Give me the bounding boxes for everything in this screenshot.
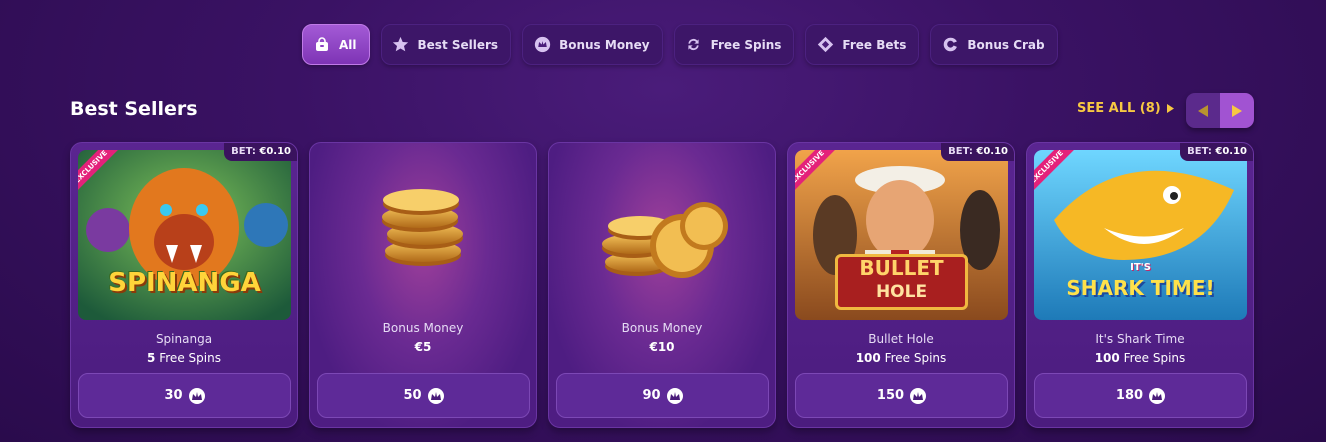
buy-button[interactable]: 30 [78,373,291,418]
star-icon [392,36,410,54]
game-logo-text: IT'S [1130,262,1151,273]
carousel-next-button[interactable] [1220,93,1254,128]
bet-badge: BET: €0.10 [1180,143,1253,161]
bet-badge: BET: €0.10 [224,143,297,161]
offer-title: It's Shark Time [1095,332,1185,346]
crown-coin-icon [427,387,444,404]
offer-card[interactable]: BULLET HOLE EXCLUSIVE BET: €0.10 Bullet … [787,142,1015,428]
game-logo-text: HOLE [875,282,928,302]
offer-card[interactable]: SPINANGA EXCLUSIVE BET: €0.10 Spinanga 5… [70,142,298,428]
offer-title: Spinanga [155,332,213,346]
buy-button[interactable]: 90 [556,373,769,418]
offer-card[interactable]: IT'S SHARK TIME! EXCLUSIVE BET: €0.10 It… [1026,142,1254,428]
category-filter-bar: All Best Sellers Bonus Money Free Spins … [302,24,1058,65]
offer-title: Bonus Money [621,321,703,335]
offer-card[interactable]: Bonus Money €5 50 [309,142,537,428]
price-value: 50 [403,388,422,403]
game-thumbnail: SPINANGA EXCLUSIVE [78,150,291,320]
bag-icon [313,36,331,54]
game-logo-text: SPINANGA [108,268,261,298]
caret-right-icon [1166,104,1174,113]
offer-subtitle: 5 Free Spins [147,351,221,365]
caret-left-icon [1198,104,1208,117]
caret-right-icon [1232,104,1242,117]
buy-button[interactable]: 150 [795,373,1008,418]
offer-card[interactable]: Bonus Money €10 90 [548,142,776,428]
game-logo-text: SHARK TIME! [1066,276,1215,300]
price-value: 150 [876,388,905,403]
coin-pile-image [602,202,728,278]
see-all-link[interactable]: SEE ALL (8) [1077,101,1174,116]
crown-coin-icon [666,387,683,404]
carousel-controls [1186,93,1254,128]
coin-stack-image [382,189,463,266]
filter-label: Bonus Crab [967,37,1045,52]
section-title: Best Sellers [70,98,198,120]
game-thumbnail: BULLET HOLE EXCLUSIVE [795,150,1008,320]
filter-all[interactable]: All [302,24,370,65]
buy-button[interactable]: 50 [317,373,530,418]
ticket-icon [816,36,834,54]
crown-coin-icon [1149,387,1166,404]
crab-icon [941,36,959,54]
filter-label: Free Spins [710,37,782,52]
offer-subtitle: 100 Free Spins [1094,351,1186,365]
crown-coin-icon [910,387,927,404]
filter-best-sellers[interactable]: Best Sellers [380,24,512,65]
offer-subtitle: €5 [414,340,432,354]
see-all-label: SEE ALL (8) [1077,101,1161,116]
game-thumbnail: IT'S SHARK TIME! EXCLUSIVE [1034,150,1247,320]
offer-subtitle: €10 [649,340,675,354]
offer-subtitle: 100 Free Spins [855,351,947,365]
filter-label: All [339,37,357,52]
carousel-prev-button[interactable] [1186,93,1220,128]
filter-bonus-crab[interactable]: Bonus Crab [930,24,1058,65]
refresh-icon [685,36,703,54]
price-value: 90 [642,388,661,403]
price-value: 180 [1115,388,1144,403]
filter-label: Best Sellers [417,37,499,52]
crown-coin-icon [188,387,205,404]
filter-label: Bonus Money [559,37,650,52]
filter-free-bets[interactable]: Free Bets [805,24,920,65]
best-sellers-carousel: SPINANGA EXCLUSIVE BET: €0.10 Spinanga 5… [70,142,1254,428]
bet-badge: BET: €0.10 [941,143,1014,161]
buy-button[interactable]: 180 [1034,373,1247,418]
filter-free-spins[interactable]: Free Spins [673,24,795,65]
crown-icon [533,36,551,54]
game-logo-text: BULLET [859,256,944,280]
price-value: 30 [164,388,183,403]
filter-bonus-money[interactable]: Bonus Money [522,24,663,65]
offer-title: Bonus Money [382,321,464,335]
filter-label: Free Bets [842,37,907,52]
offer-title: Bullet Hole [868,332,934,346]
